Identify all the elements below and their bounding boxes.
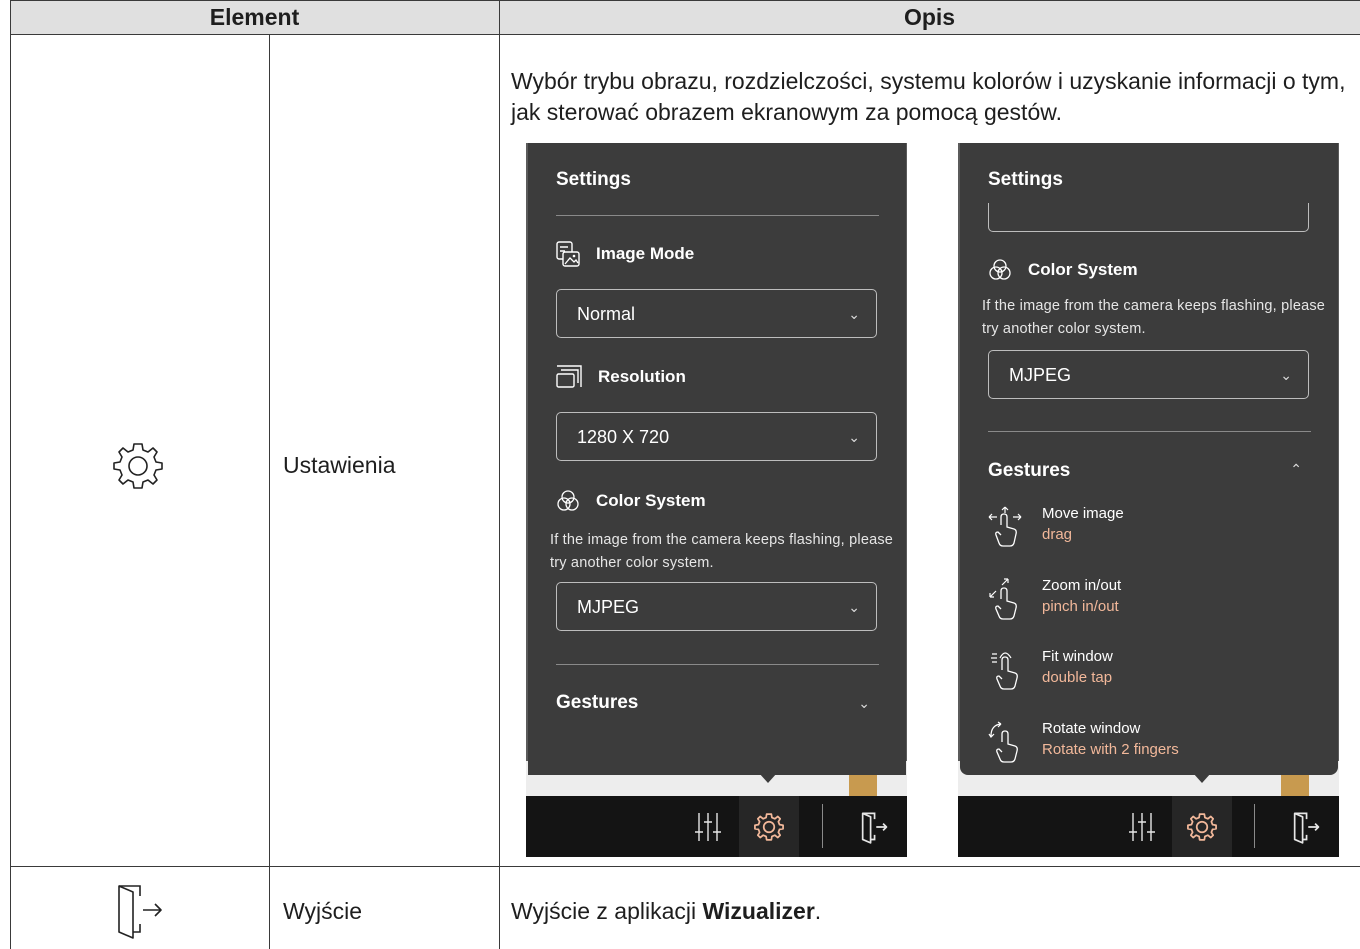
header-opis: Opis [499,0,1360,34]
settings-title: Settings [988,169,1063,190]
separator [556,664,879,665]
color-system-label: Color System [596,491,706,510]
exit-desc-app-name: Wizualizer [702,898,815,924]
gesture-name: Move image [1042,505,1124,522]
move-gesture-icon [988,506,1022,547]
exit-desc-suffix: . [814,898,822,924]
settings-screenshot-expanded: Settings Color System If the image from … [958,143,1339,857]
resolution-icon [556,365,582,388]
header-element: Element [10,0,499,34]
gesture-action: Rotate with 2 fingers [1042,741,1179,758]
table-top-border [10,0,1360,1]
row-name-wyjscie: Wyjście [283,898,363,924]
gear-icon [754,812,784,841]
exit-desc-prefix: Wyjście z aplikacji [511,898,703,924]
exit-button[interactable] [1276,796,1336,857]
header-divider [10,34,1360,35]
separator [556,215,879,216]
gesture-name: Fit window [1042,648,1113,665]
color-system-heading: Color System [988,259,1138,281]
image-mode-icon [556,241,580,267]
row-divider [10,866,1360,867]
gear-icon [1187,812,1217,841]
gesture-action: drag [1042,526,1073,543]
settings-title: Settings [556,169,631,190]
image-mode-dropdown[interactable]: Normal ⌄ [556,289,877,338]
settings-button[interactable] [739,796,799,857]
color-system-dropdown[interactable]: MJPEG ⌄ [988,350,1309,399]
color-system-value: MJPEG [1009,365,1072,385]
gestures-heading[interactable]: Gestures [556,692,638,714]
exit-door-icon [861,812,888,844]
column-divider-2 [499,0,500,949]
chevron-down-icon: ⌄ [848,429,860,445]
zoom-gesture-icon [989,578,1017,620]
row-name-ustawienia: Ustawienia [283,452,396,478]
double-tap-gesture-icon [991,652,1018,690]
color-system-heading: Color System [556,490,706,512]
column-divider-1 [269,34,270,949]
chevron-down-icon[interactable]: ⌄ [858,695,870,712]
color-system-value: MJPEG [577,597,640,617]
adjust-button[interactable] [1112,796,1172,857]
gesture-name: Zoom in/out [1042,577,1122,594]
color-system-label: Color System [1028,260,1138,279]
gestures-heading[interactable]: Gestures [988,460,1070,482]
exit-button[interactable] [844,796,904,857]
rotate-gesture-icon [988,721,1018,763]
resolution-dropdown[interactable]: 1280 X 720 ⌄ [556,412,877,461]
color-system-hint: If the image from the camera keeps flash… [550,532,894,571]
separator [988,431,1311,432]
resolution-label: Resolution [598,367,686,386]
gesture-action: pinch in/out [1042,598,1119,615]
exit-door-icon [1293,812,1320,844]
toolbar-divider [822,804,823,848]
bottom-toolbar [958,796,1339,857]
image-mode-value: Normal [577,304,636,324]
chevron-down-icon: ⌄ [848,599,860,615]
resolution-value: 1280 X 720 [577,427,670,447]
gesture-item: Zoom in/out pinch in/out [986,575,1306,625]
chevron-up-icon[interactable]: ⌃ [1290,461,1302,478]
chevron-down-icon: ⌄ [1280,367,1292,383]
scrolled-dropdown-edge [988,203,1309,232]
image-mode-heading: Image Mode [556,241,694,267]
gesture-action: double tap [1042,669,1113,686]
panel-pointer [759,773,777,783]
adjust-button[interactable] [678,796,738,857]
exit-door-icon [113,880,165,940]
settings-gear-icon [109,441,167,491]
sliders-icon [695,812,721,841]
gesture-item: Move image drag [986,503,1306,553]
sliders-icon [1129,812,1155,841]
row-description-wyjscie: Wyjście z aplikacji Wizualizer. [511,898,821,925]
table-left-border [10,0,11,949]
gesture-item: Rotate window Rotate with 2 fingers [986,718,1306,768]
row-description-ustawienia: Wybór trybu obrazu, rozdzielczości, syst… [511,68,1346,125]
bottom-toolbar [526,796,907,857]
image-mode-label: Image Mode [596,244,695,263]
resolution-heading: Resolution [556,365,686,389]
settings-screenshot-collapsed: Settings Image Mode Normal ⌄ Resolution [526,143,907,857]
color-system-dropdown[interactable]: MJPEG ⌄ [556,582,877,631]
settings-panel: Settings Color System If the image from … [960,143,1338,775]
panel-pointer [1193,773,1211,783]
gesture-item: Fit window double tap [986,646,1306,696]
toolbar-divider [1254,804,1255,848]
settings-panel: Settings Image Mode Normal ⌄ Resolution [528,143,906,775]
color-system-hint: If the image from the camera keeps flash… [982,298,1326,337]
settings-button[interactable] [1172,796,1232,857]
gesture-name: Rotate window [1042,720,1141,737]
color-system-icon [989,259,1011,280]
color-system-icon [557,490,579,511]
chevron-down-icon: ⌄ [848,306,860,322]
